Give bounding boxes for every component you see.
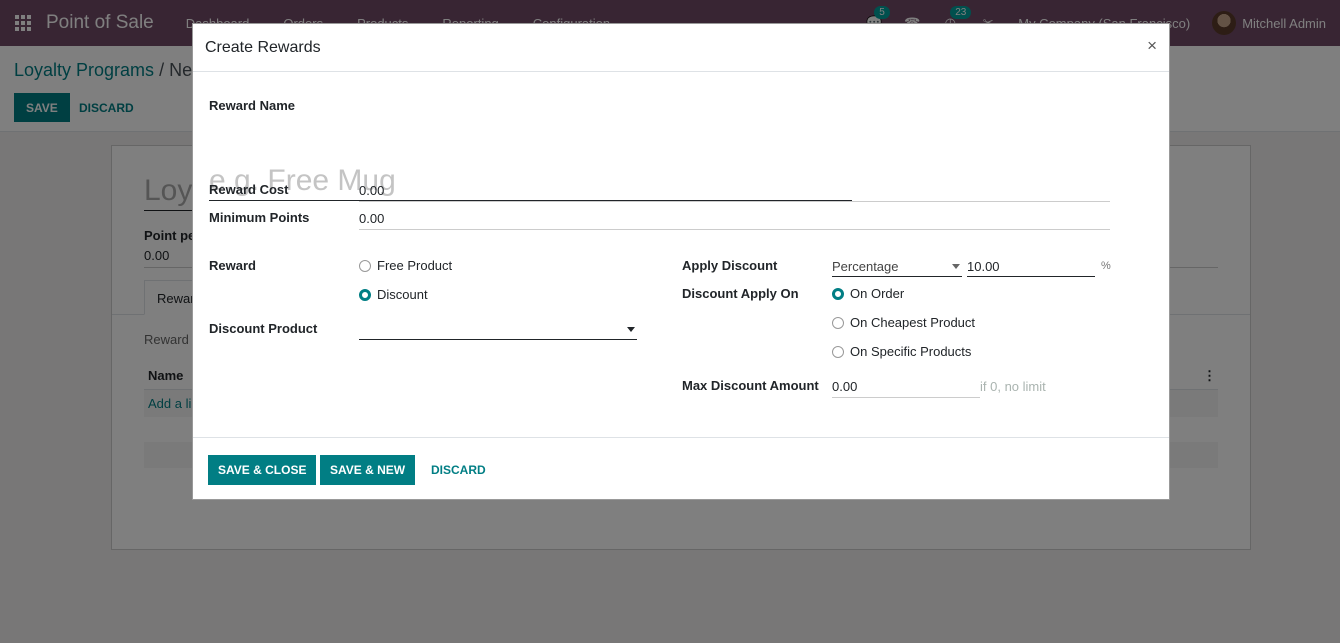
create-rewards-dialog: Create Rewards × Reward Name Reward Cost…: [192, 23, 1170, 500]
apply-discount-label: Apply Discount: [682, 258, 778, 273]
modal-footer: SAVE & CLOSE SAVE & NEW DISCARD: [193, 438, 1169, 499]
reward-option-label: Discount: [377, 287, 428, 302]
reward-option-discount[interactable]: Discount: [359, 287, 428, 302]
minimum-points-input[interactable]: 0.00: [359, 211, 1110, 230]
modal-title: Create Rewards: [205, 39, 321, 56]
chevron-down-icon: [952, 264, 960, 269]
radio-unchecked-icon: [359, 259, 371, 272]
radio-unchecked-icon: [832, 345, 844, 358]
discount-product-label: Discount Product: [209, 321, 318, 336]
radio-checked-icon: [832, 287, 844, 300]
save-new-button[interactable]: SAVE & NEW: [320, 455, 416, 485]
apply-on-cheapest-product[interactable]: On Cheapest Product: [832, 315, 975, 330]
discount-product-select[interactable]: [359, 322, 637, 340]
max-discount-hint: if 0, no limit: [980, 379, 1046, 394]
save-close-button[interactable]: SAVE & CLOSE: [208, 455, 317, 485]
minimum-points-label: Minimum Points: [209, 210, 310, 225]
reward-cost-input[interactable]: 0.00: [359, 183, 1110, 202]
percent-unit: %: [1101, 260, 1111, 272]
discount-type-select[interactable]: Percentage: [832, 259, 962, 277]
modal-header: Create Rewards ×: [193, 24, 1169, 72]
apply-on-label: On Specific Products: [850, 344, 972, 359]
discount-percentage-input[interactable]: 10.00: [967, 259, 1095, 277]
max-discount-label: Max Discount Amount: [682, 378, 819, 393]
reward-label: Reward: [209, 258, 256, 273]
reward-name-label: Reward Name: [209, 98, 295, 113]
apply-on-specific-products[interactable]: On Specific Products: [832, 344, 971, 359]
reward-cost-label: Reward Cost: [209, 182, 289, 197]
max-discount-input[interactable]: 0.00: [832, 379, 980, 398]
reward-option-free-product[interactable]: Free Product: [359, 258, 452, 273]
radio-checked-icon: [359, 288, 371, 301]
chevron-down-icon: [627, 327, 635, 332]
modal-discard-button[interactable]: DISCARD: [421, 455, 496, 485]
radio-unchecked-icon: [832, 316, 844, 329]
reward-option-label: Free Product: [377, 258, 453, 273]
close-icon[interactable]: ×: [1147, 37, 1157, 54]
apply-on-order[interactable]: On Order: [832, 286, 904, 301]
discount-apply-on-label: Discount Apply On: [682, 286, 799, 301]
discount-type-value: Percentage: [832, 259, 899, 274]
apply-on-label: On Order: [850, 286, 905, 301]
modal-body: Reward Name Reward Cost 0.00 Minimum Poi…: [193, 72, 1169, 438]
apply-on-label: On Cheapest Product: [850, 315, 976, 330]
